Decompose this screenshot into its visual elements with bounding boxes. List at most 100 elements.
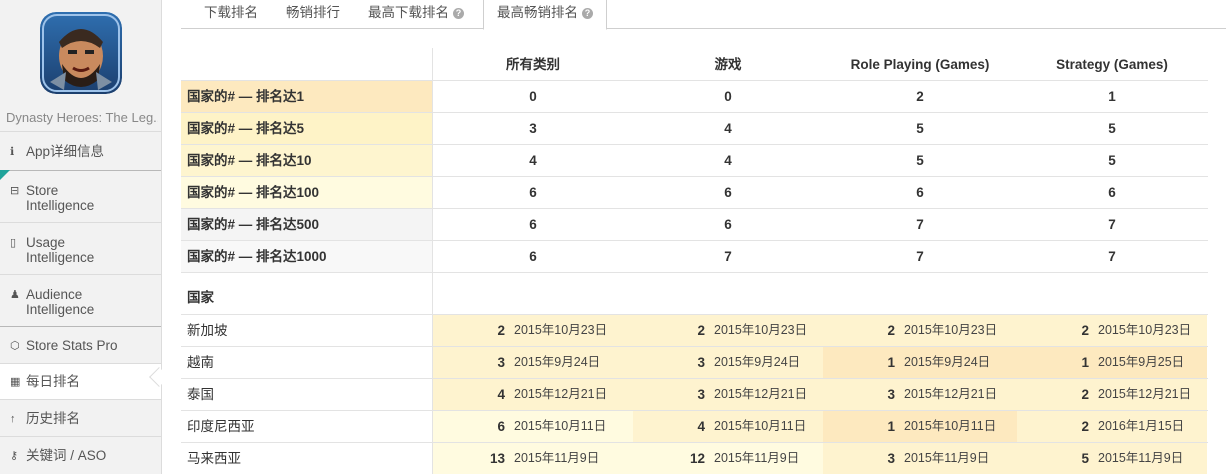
rank-cell: 1 2015年9月24日 <box>823 347 1017 378</box>
arrow-up-icon: ↑ <box>10 413 16 425</box>
sidebar-item-history-rank[interactable]: ↑ 历史排名 <box>0 400 161 437</box>
sidebar-item-label: Store Stats Pro <box>26 338 118 353</box>
rank-cell: 5 2015年11月9日 <box>1017 443 1207 474</box>
tab-label: 畅销排行 <box>286 5 340 20</box>
sidebar-item-audience-intelligence[interactable]: ♟ Audience Intelligence <box>0 275 161 327</box>
rank-threshold-label: 国家的# — 排名达500 <box>181 209 433 240</box>
country-count-value: 3 <box>529 121 537 136</box>
phone-icon: ▯ <box>10 237 17 249</box>
country-row[interactable]: 泰国 4 2015年12月21日 3 2015年12月21日 3 2015年12月21日 2 2… <box>181 379 1208 411</box>
rank-threshold-label: 国家的# — 排名达1000 <box>181 241 433 272</box>
country-row[interactable]: 新加坡 2 2015年10月23日 2 2015年10月23日 2 2015年10月23日 2… <box>181 315 1208 347</box>
rank-cell: 3 2015年12月21日 <box>633 379 823 410</box>
rank-value: 2 <box>497 323 505 338</box>
rank-date: 2015年12月21日 <box>714 387 808 401</box>
column-header: Role Playing (Games) <box>850 57 990 72</box>
help-icon[interactable]: ? <box>453 8 464 19</box>
tab-grossing-rank[interactable]: 畅销排行 <box>286 0 340 29</box>
tab-label: 下载排名 <box>204 5 258 20</box>
sidebar-item-label: 关键词 / ASO <box>26 448 107 463</box>
country-row[interactable]: 马来西亚 13 2015年11月9日 12 2015年11月9日 3 2015年11月9日 5… <box>181 443 1208 474</box>
rank-date: 2015年9月24日 <box>714 355 801 369</box>
rank-value: 3 <box>497 355 505 370</box>
rank-date: 2015年10月11日 <box>714 419 807 433</box>
rank-value: 2 <box>1081 387 1089 402</box>
country-count-value: 7 <box>724 249 732 264</box>
tab-top-download-rank[interactable]: 最高下载排名? <box>368 0 464 29</box>
rank-cell: 2 2015年12月21日 <box>1017 379 1207 410</box>
rank-summary-row: 国家的# — 排名达5 3 4 5 5 <box>181 113 1208 145</box>
rank-value: 3 <box>697 387 705 402</box>
column-header: Strategy (Games) <box>1056 57 1168 72</box>
country-count-value: 6 <box>724 217 732 232</box>
sidebar-item-keywords-aso[interactable]: ⚷ 关键词 / ASO <box>0 437 161 474</box>
country-count-value: 5 <box>916 121 924 136</box>
sidebar-item-daily-rank[interactable]: ▦ 每日排名 <box>0 364 161 400</box>
country-section-header: 国家 <box>181 273 1208 315</box>
rank-value: 4 <box>497 387 505 402</box>
rank-value: 13 <box>489 451 505 466</box>
stats-icon: ⬡ <box>10 340 20 352</box>
country-count-value: 5 <box>1108 153 1116 168</box>
country-count-value: 4 <box>724 121 732 136</box>
rank-value: 1 <box>1081 355 1089 370</box>
rank-cell: 1 2015年9月25日 <box>1017 347 1207 378</box>
rank-cell: 3 2015年12月21日 <box>823 379 1017 410</box>
country-count-value: 6 <box>724 185 732 200</box>
rank-date: 2015年11月9日 <box>514 451 600 465</box>
rank-value: 6 <box>497 419 505 434</box>
country-count-value: 1 <box>1108 89 1116 104</box>
rank-tabs: 下载排名 畅销排行 最高下载排名? 最高畅销排名? <box>181 0 1226 30</box>
rank-date: 2015年9月25日 <box>1098 355 1185 369</box>
rank-date: 2015年12月21日 <box>904 387 998 401</box>
rank-date: 2015年11月9日 <box>904 451 990 465</box>
rank-value: 3 <box>887 387 895 402</box>
rank-cell: 2 2016年1月15日 <box>1017 411 1207 442</box>
rank-cell: 12 2015年11月9日 <box>633 443 823 474</box>
sidebar-item-usage-intelligence[interactable]: ▯ Usage Intelligence <box>0 223 161 275</box>
sidebar-item-store-intelligence[interactable]: ⊟ Store Intelligence <box>0 171 161 223</box>
app-name: Dynasty Heroes: The Leg... <box>6 110 158 125</box>
tab-download-rank[interactable]: 下载排名 <box>204 0 258 29</box>
rank-cell: 6 2015年10月11日 <box>433 411 633 442</box>
country-count-value: 7 <box>1108 249 1116 264</box>
rank-date: 2015年9月24日 <box>904 355 991 369</box>
country-row[interactable]: 越南 3 2015年9月24日 3 2015年9月24日 1 2015年9月24日 1 2015… <box>181 347 1208 379</box>
rank-cell: 3 2015年11月9日 <box>823 443 1017 474</box>
tab-top-grossing-rank[interactable]: 最高畅销排名? <box>483 0 607 30</box>
app-icon[interactable] <box>40 12 122 94</box>
store-icon: ⊟ <box>10 185 20 197</box>
country-name: 马来西亚 <box>181 443 433 474</box>
rank-value: 5 <box>1081 451 1089 466</box>
rank-date: 2015年10月11日 <box>514 419 607 433</box>
sidebar-item-label: Usage Intelligence <box>26 235 95 265</box>
country-name: 新加坡 <box>181 315 433 346</box>
country-count-value: 7 <box>1108 217 1116 232</box>
country-name: 泰国 <box>181 379 433 410</box>
sidebar-item-app-details[interactable]: ℹ App详细信息 <box>0 133 161 171</box>
sidebar-item-label: Store Intelligence <box>26 183 95 213</box>
rank-value: 3 <box>887 451 895 466</box>
country-count-value: 7 <box>916 249 924 264</box>
rank-date: 2015年9月24日 <box>514 355 601 369</box>
rank-date: 2015年10月23日 <box>904 323 998 337</box>
key-icon: ⚷ <box>10 450 19 462</box>
rank-value: 2 <box>887 323 895 338</box>
rank-cell: 4 2015年10月11日 <box>633 411 823 442</box>
country-row[interactable]: 印度尼西亚 6 2015年10月11日 4 2015年10月11日 1 2015年10月11… <box>181 411 1208 443</box>
rank-threshold-label: 国家的# — 排名达1 <box>181 81 433 112</box>
sidebar-item-label: 每日排名 <box>26 374 80 389</box>
help-icon[interactable]: ? <box>582 8 593 19</box>
rank-summary-row: 国家的# — 排名达1000 6 7 7 7 <box>181 241 1208 273</box>
sidebar-item-store-stats-pro[interactable]: ⬡ Store Stats Pro <box>0 327 161 364</box>
column-header: 游戏 <box>714 57 742 72</box>
rank-threshold-label: 国家的# — 排名达5 <box>181 113 433 144</box>
rank-value: 1 <box>887 419 895 434</box>
rank-date: 2015年10月23日 <box>514 323 608 337</box>
rank-value: 2 <box>697 323 705 338</box>
rank-date: 2015年11月9日 <box>1098 451 1184 465</box>
rank-date: 2016年1月15日 <box>1098 419 1185 433</box>
rank-cell: 4 2015年12月21日 <box>433 379 633 410</box>
country-count-value: 0 <box>529 89 537 104</box>
rank-date: 2015年10月11日 <box>904 419 997 433</box>
